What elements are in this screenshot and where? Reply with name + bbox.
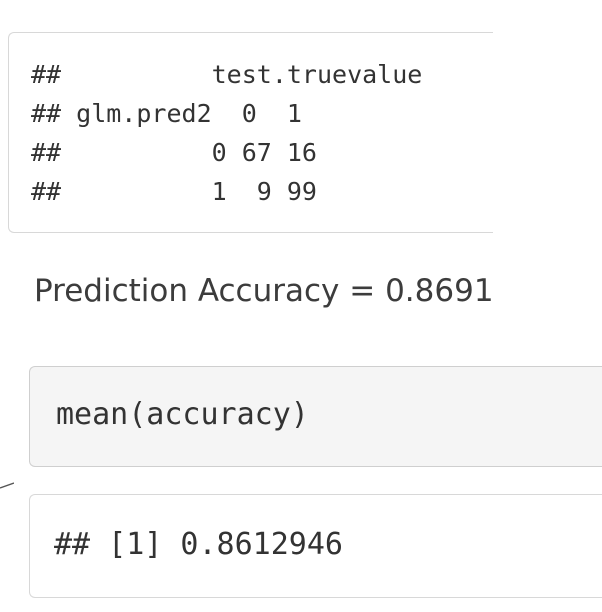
- confusion-matrix-output: ## test.truevalue ## glm.pred2 0 1 ## 0 …: [8, 32, 493, 233]
- code-chunk[interactable]: mean(accuracy): [29, 366, 602, 467]
- output-line-2: ## glm.pred2 0 1: [31, 99, 302, 128]
- code-line[interactable]: mean(accuracy): [56, 395, 602, 435]
- output-line-4: ## 1 9 99: [31, 177, 317, 206]
- output-line-1: ## test.truevalue: [31, 60, 423, 89]
- prediction-accuracy-text: Prediction Accuracy = 0.8691: [34, 273, 494, 309]
- output-line-3: ## 0 67 16: [31, 138, 317, 167]
- connector-line: [0, 482, 14, 489]
- result-line: ## [1] 0.8612946: [54, 527, 343, 562]
- result-output: ## [1] 0.8612946: [29, 494, 602, 598]
